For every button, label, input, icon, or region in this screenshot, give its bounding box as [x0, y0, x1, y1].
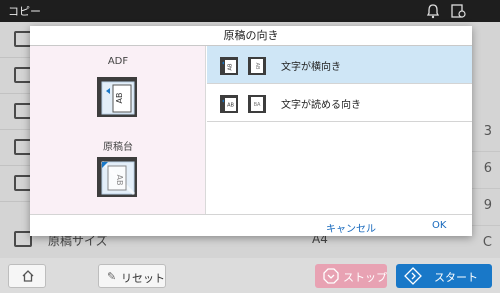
cancel-button[interactable]: キャンセル [326, 220, 376, 235]
option-label: 文字が読める向き [281, 100, 361, 111]
reset-label: リセット [121, 272, 165, 285]
svg-text:AB: AB [115, 93, 124, 104]
stop-button[interactable]: ストップ [315, 264, 387, 288]
screen-title: コピー [8, 5, 41, 18]
start-label: スタート [434, 271, 478, 284]
svg-text:AB: AB [227, 103, 234, 109]
orientation-preview-pane: ADF AB 原稿台 AB [30, 46, 206, 214]
reset-button[interactable]: ✎ リセット [98, 264, 166, 288]
orientation-adf-icon: AB [220, 95, 238, 113]
pencil-icon: ✎ [107, 270, 117, 283]
home-icon [22, 270, 34, 282]
top-bar: コピー [0, 0, 500, 22]
start-button[interactable]: スタート [396, 264, 492, 288]
dialog-footer: キャンセル OK [30, 214, 472, 236]
svg-text:AB: AB [228, 63, 234, 70]
job-status-icon[interactable] [449, 2, 467, 20]
adf-label: ADF [107, 56, 129, 67]
ok-button[interactable]: OK [432, 220, 446, 231]
start-icon [404, 267, 422, 285]
original-orientation-dialog: 原稿の向き ADF AB 原稿台 AB AB AB 文字が横向き AB BA 文… [30, 26, 472, 236]
option-text-sideways[interactable]: AB AB 文字が横向き [207, 46, 472, 84]
bell-icon[interactable] [424, 2, 442, 20]
bottom-bar: ✎ リセット ストップ スタート [0, 258, 500, 293]
stop-label: ストップ [343, 271, 387, 284]
dialog-title: 原稿の向き [30, 26, 472, 46]
adf-orientation-icon: AB [97, 77, 137, 117]
option-text-readable[interactable]: AB BA 文字が読める向き [207, 84, 472, 122]
platen-orientation-icon: AB [97, 157, 137, 197]
orientation-platen-icon: AB [248, 57, 266, 75]
home-button[interactable] [8, 264, 46, 288]
option-label: 文字が横向き [281, 62, 341, 73]
platen-label: 原稿台 [103, 142, 133, 153]
stop-icon [323, 268, 339, 284]
orientation-adf-icon: AB [220, 57, 238, 75]
svg-text:AB: AB [254, 63, 260, 70]
svg-text:BA: BA [254, 102, 261, 108]
orientation-platen-icon: BA [248, 95, 266, 113]
svg-text:AB: AB [115, 175, 124, 186]
